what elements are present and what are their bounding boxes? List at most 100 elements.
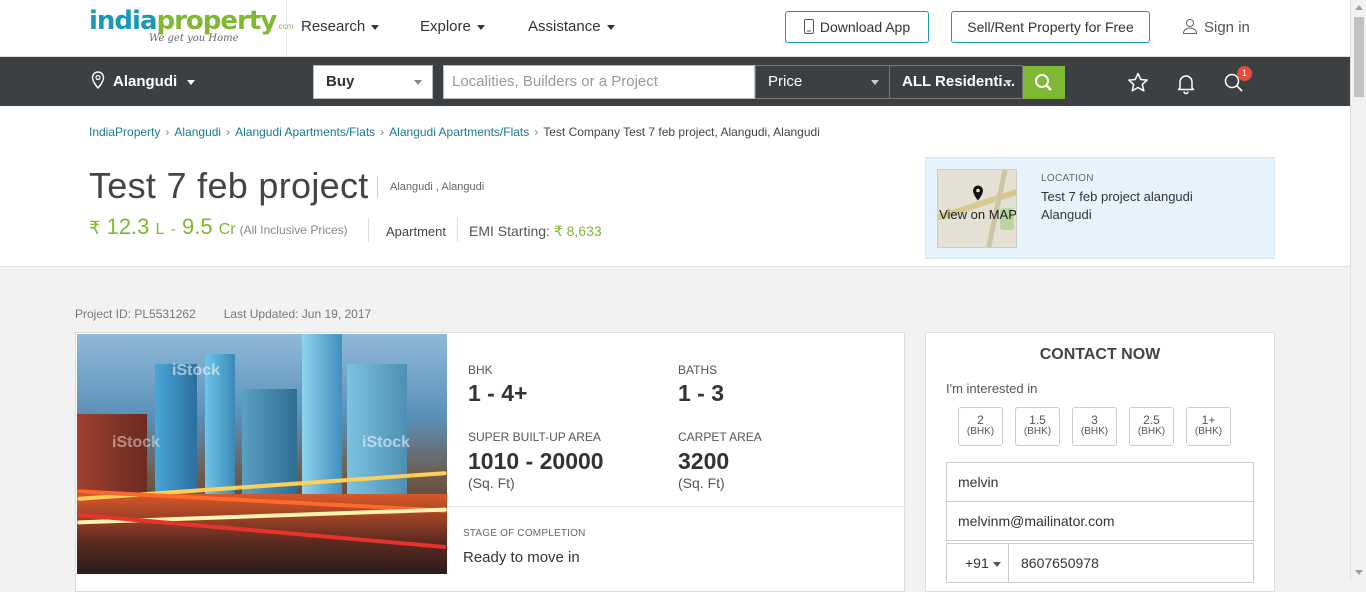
location-line-2: Alangudi xyxy=(1041,207,1092,222)
divider xyxy=(377,176,378,198)
bhk-value: 1 - 4+ xyxy=(468,380,528,406)
sign-in-link[interactable]: Sign in xyxy=(1182,18,1250,36)
project-details-card: iStock iStock iStock BHK 1 - 4+ BATHS 1 … xyxy=(75,332,905,592)
download-app-button[interactable]: Download App xyxy=(785,11,929,43)
contact-title: CONTACT NOW xyxy=(1039,346,1161,363)
stage-label: STAGE OF COMPLETION xyxy=(463,528,586,539)
user-icon xyxy=(1182,19,1198,34)
price-min-unit: L xyxy=(155,221,165,238)
project-meta: Project ID: PL5531262 Last Updated: Jun 1… xyxy=(75,307,371,321)
bhk-option-unit: (BHK) xyxy=(966,426,995,437)
star-icon[interactable] xyxy=(1126,71,1150,95)
bell-icon[interactable] xyxy=(1174,71,1198,95)
scroll-down-arrow-icon[interactable] xyxy=(1355,570,1363,575)
bhk-option-1-plus[interactable]: 1+ (BHK) xyxy=(1186,407,1231,446)
super-area-value: 1010 - 20000 xyxy=(468,448,604,474)
bhk-option-2[interactable]: 2 (BHK) xyxy=(958,407,1003,446)
divider xyxy=(457,218,458,242)
breadcrumb-category[interactable]: Alangudi Apartments/Flats xyxy=(235,125,375,139)
scroll-up-arrow-icon[interactable] xyxy=(1355,5,1363,10)
location-heading: LOCATION xyxy=(1041,173,1094,184)
baths-label: BATHS xyxy=(678,363,718,377)
search-input[interactable]: Localities, Builders or a Project xyxy=(443,65,755,99)
divider xyxy=(286,0,287,56)
breadcrumb-subcategory[interactable]: Alangudi Apartments/Flats xyxy=(389,125,529,139)
buy-rent-select[interactable]: Buy xyxy=(313,65,433,99)
super-area-unit: (Sq. Ft) xyxy=(468,475,515,491)
sell-rent-label: Sell/Rent Property for Free xyxy=(967,19,1134,35)
emi-info: EMI Starting: ₹ 8,633 xyxy=(469,223,602,240)
bhk-option-unit: (BHK) xyxy=(1023,426,1052,437)
nav-assistance[interactable]: Assistance xyxy=(528,18,615,35)
building-shape xyxy=(155,364,197,504)
phone-field[interactable]: 8607650978 xyxy=(1008,543,1254,583)
nav-assistance-label: Assistance xyxy=(528,18,601,35)
map-pin-icon xyxy=(973,185,983,201)
city-label: Alangudi xyxy=(113,73,178,90)
baths-value: 1 - 3 xyxy=(678,380,725,406)
sell-rent-button[interactable]: Sell/Rent Property for Free xyxy=(951,11,1150,43)
country-code-select[interactable]: +91 xyxy=(946,543,1009,583)
property-type: Apartment xyxy=(386,224,446,239)
email-field[interactable]: melvinm@mailinator.com xyxy=(946,501,1254,541)
last-updated: Last Updated: Jun 19, 2017 xyxy=(223,307,372,321)
search-bar: Alangudi Buy Localities, Builders or a P… xyxy=(0,57,1350,106)
interest-label: I'm interested in xyxy=(946,381,1038,396)
breadcrumb-separator-icon: › xyxy=(226,125,231,139)
bhk-option-unit: (BHK) xyxy=(1137,426,1166,437)
location-text: Test 7 feb project alangudi Alangudi xyxy=(1041,188,1261,224)
search-icon xyxy=(1035,74,1052,91)
bhk-label: BHK xyxy=(468,363,493,377)
project-image[interactable]: iStock iStock iStock xyxy=(77,334,447,574)
project-location: Alangudi , Alangudi xyxy=(390,181,485,193)
nav-research[interactable]: Research xyxy=(301,18,380,35)
name-field[interactable]: melvin xyxy=(946,462,1254,502)
bhk-option-unit: (BHK) xyxy=(1080,426,1109,437)
chevron-down-icon xyxy=(476,24,485,30)
page-scrollbar[interactable] xyxy=(1350,0,1366,581)
location-line-1: Test 7 feb project alangudi xyxy=(1041,189,1193,204)
divider xyxy=(368,218,369,242)
bhk-option-3[interactable]: 3 (BHK) xyxy=(1072,407,1117,446)
bhk-option-2-5[interactable]: 2.5 (BHK) xyxy=(1129,407,1174,446)
breadcrumb-current: Test Company Test 7 feb project, Alangud… xyxy=(543,125,820,139)
breadcrumb-separator-icon: › xyxy=(534,125,539,139)
price-select[interactable]: Price xyxy=(755,65,890,99)
nav-explore[interactable]: Explore xyxy=(420,18,485,35)
chevron-down-icon xyxy=(871,80,879,85)
chevron-down-icon xyxy=(1004,80,1012,85)
sign-in-label: Sign in xyxy=(1204,19,1250,36)
stock-watermark: iStock xyxy=(172,362,221,379)
bhk-option-1-5[interactable]: 1.5 (BHK) xyxy=(1015,407,1060,446)
chevron-down-icon xyxy=(187,79,196,85)
breadcrumb-separator-icon: › xyxy=(380,125,385,139)
breadcrumb: IndiaProperty › Alangudi › Alangudi Apartmen… xyxy=(89,125,820,139)
stock-watermark: iStock xyxy=(362,434,411,451)
price-min: 12.3 xyxy=(106,214,150,239)
logo-text-com: .com xyxy=(276,22,294,31)
search-button[interactable] xyxy=(1023,66,1065,99)
view-on-map-button[interactable]: View on MAP xyxy=(937,169,1017,248)
logo-text-property: property xyxy=(156,6,278,36)
chevron-down-icon xyxy=(606,24,615,30)
property-type-select[interactable]: ALL Residenti... xyxy=(889,65,1023,99)
nav-explore-label: Explore xyxy=(420,18,471,35)
city-selector[interactable]: Alangudi xyxy=(91,71,196,90)
nav-research-label: Research xyxy=(301,18,366,35)
contact-form: CONTACT NOW I'm interested in 2 (BHK) 1.5… xyxy=(925,332,1275,592)
project-header: IndiaProperty › Alangudi › Alangudi Apartmen… xyxy=(0,106,1350,267)
indiaproperty-logo[interactable]: indiaproperty.com We get you Home xyxy=(89,6,294,50)
stage-value: Ready to move in xyxy=(463,549,580,566)
logo-text-india: india xyxy=(89,6,157,36)
emi-value: ₹ 8,633 xyxy=(553,223,602,239)
notification-badge: 1 xyxy=(1237,66,1252,81)
scrollbar-thumb[interactable] xyxy=(1354,17,1364,97)
download-app-label: Download App xyxy=(819,19,911,35)
breadcrumb-city[interactable]: Alangudi xyxy=(174,125,221,139)
mobile-phone-icon xyxy=(803,19,814,34)
bhk-option-number: 2 xyxy=(977,413,984,427)
breadcrumb-home[interactable]: IndiaProperty xyxy=(89,125,160,139)
chevron-down-icon xyxy=(992,561,1001,567)
price-dash: - xyxy=(170,221,176,238)
country-code-value: +91 xyxy=(965,555,989,571)
